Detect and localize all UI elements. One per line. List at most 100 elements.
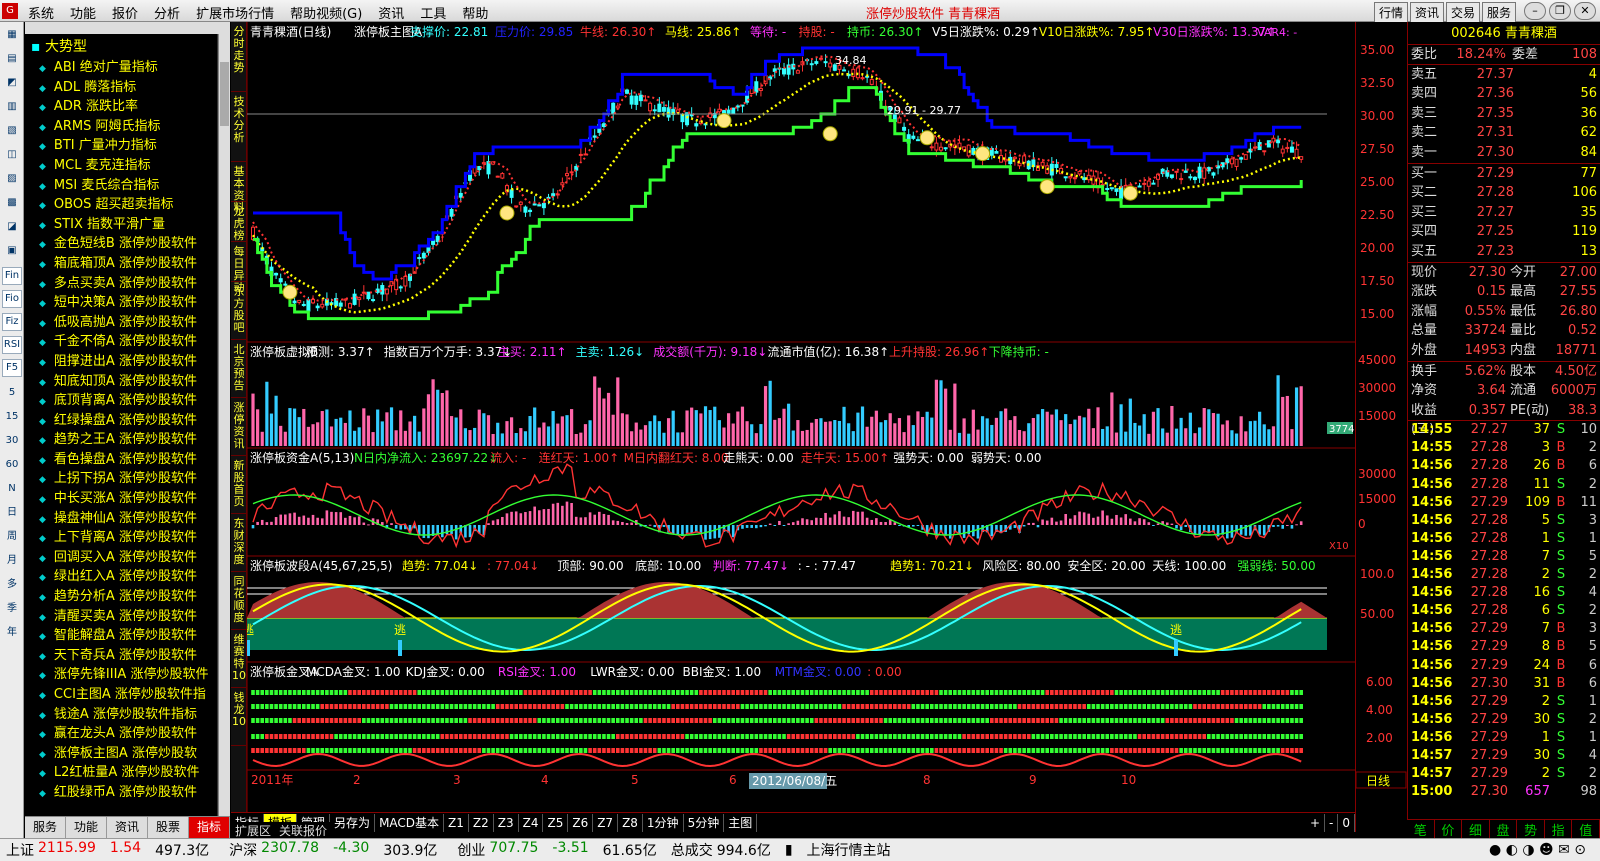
indicator-item[interactable]: ◆ 箱底箱顶A 涨停炒股软件 [25,254,217,274]
indicator-item[interactable]: ◆ 红绿操盘A 涨停炒股软件 [25,411,217,431]
indicator-item[interactable]: ◆ 红股绿币A 涨停炒股软件 [25,783,217,803]
bottom-tab-11[interactable]: Z7 [593,813,619,832]
quick-button-0[interactable]: 行情 [1373,2,1408,23]
sidebar-tab-4[interactable]: 指标 [189,817,230,838]
bottom-tab-13[interactable]: 1分钟 [643,813,684,832]
indicator-item[interactable]: ◆ 涨停先锋IIIA 涨停炒股软件 [25,665,217,685]
panel-indicator-name[interactable]: 涨停板资金A(5,13) [250,450,354,465]
index-label[interactable]: 上证 [6,840,34,860]
menu-item-8[interactable]: 帮助 [462,3,488,22]
app-logo-icon[interactable]: G [2,3,18,19]
toolbar-button-年[interactable]: 年 [2,622,22,644]
menu-item-3[interactable]: 分析 [154,3,180,22]
toolbar-icon-6[interactable]: ▨ [2,168,22,190]
toolbar-icon-1[interactable]: ▤ [2,48,22,70]
toolbar-icon-4[interactable]: ▧ [2,120,22,142]
vtab-0[interactable]: 分时走势 [231,22,247,92]
bottom-tab-15[interactable]: 主图 [724,813,758,832]
indicator-item[interactable]: ◆ ADR 涨跌比率 [25,97,217,117]
menu-item-1[interactable]: 功能 [70,3,96,22]
bottom-tab-4[interactable]: MACD基本 [375,813,445,832]
menu-item-7[interactable]: 工具 [420,3,446,22]
vtab-6[interactable]: 北京预告 [231,340,247,398]
menu-item-4[interactable]: 扩展市场行情 [196,3,274,22]
vtab-10[interactable]: 同花顺度 [231,572,247,630]
indicator-item[interactable]: ◆ 赢在龙头A 涨停炒股软件 [25,724,217,744]
indicator-item[interactable]: ◆ 上下背离A 涨停炒股软件 [25,528,217,548]
restore-icon[interactable]: ❐ [1549,2,1571,20]
bottom-tab-7[interactable]: Z3 [494,813,519,832]
indicator-item[interactable]: ◆ 趋势分析A 涨停炒股软件 [25,587,217,607]
quote-tab-2[interactable]: 细 [1462,820,1490,839]
indicator-item[interactable]: ◆ MSI 麦氏综合指标 [25,176,217,196]
index-label[interactable]: 创业 [457,840,485,860]
toolbar-icon-7[interactable]: ▩ [2,192,22,214]
toolbar-icon-2[interactable]: ◩ [2,72,22,94]
bottom-tab-5[interactable]: Z1 [444,813,469,832]
quote-tab-5[interactable]: 指 [1545,820,1573,839]
menu-item-2[interactable]: 报价 [112,3,138,22]
toolbar-button-Fio[interactable]: Fio [2,290,22,308]
toolbar-button-Fiz[interactable]: Fiz [2,313,22,331]
vtab-2[interactable]: 基本资料 [231,162,247,214]
vtab-4[interactable]: 每日异动 [231,242,247,294]
bottom-tab-9[interactable]: Z5 [543,813,569,832]
menu-item-5[interactable]: 帮助视频(G) [290,3,362,22]
indicator-item[interactable]: ◆ 钱途A 涨停炒股软件指标 [25,705,217,725]
sidebar-group-header[interactable]: ▪ 大势型 [25,34,217,58]
vtab-1[interactable]: 技术分析 [231,92,247,162]
vtab-9[interactable]: 东财深度 [231,514,247,572]
quick-button-2[interactable]: 交易 [1445,2,1480,23]
indicator-item[interactable]: ◆ 清醒买卖A 涨停炒股软件 [25,607,217,627]
indicator-item[interactable]: ◆ 涨停板主图A 涨停炒股软 [25,744,217,764]
bottom-tab-3[interactable]: 另存为 [330,813,376,832]
ext-tab-0[interactable]: 扩展区 [231,822,275,838]
toolbar-button-15[interactable]: 15 [2,406,22,428]
indicator-item[interactable]: ◆ 千金不倚A 涨停炒股软件 [25,332,217,352]
indicator-item[interactable]: ◆ 回调买入A 涨停炒股软件 [25,548,217,568]
sidebar-tab-2[interactable]: 资讯 [107,817,148,838]
menu-item-0[interactable]: 系统 [28,3,54,22]
indicator-item[interactable]: ◆ 低吸高抛A 涨停炒股软件 [25,313,217,333]
indicator-item[interactable]: ◆ CCI主图A 涨停炒股软件指 [25,685,217,705]
minimize-icon[interactable]: – [1524,2,1546,20]
bottom-tab-6[interactable]: Z2 [469,813,494,832]
toolbar-button-日[interactable]: 日 [2,502,22,524]
indicator-item[interactable]: ◆ ARMS 阿姆氏指标 [25,117,217,137]
vtab-5[interactable]: 东方股吧 [231,282,247,340]
indicator-item[interactable]: ◆ STIX 指数平滑广量 [25,215,217,235]
indicator-item[interactable]: ◆ 天下奇兵A 涨停炒股软件 [25,646,217,666]
index-label[interactable]: 沪深 [229,840,257,860]
toolbar-button-多[interactable]: 多 [2,574,22,596]
zoom-button-1[interactable]: - [1325,813,1339,832]
vtab-12[interactable]: 钱龙10 [231,688,247,746]
ext-tab-1[interactable]: 关联报价 [275,822,331,838]
indicator-item[interactable]: ◆ OBOS 超买超卖指标 [25,195,217,215]
zoom-button-2[interactable]: 0 [1338,813,1355,832]
toolbar-button-Fin[interactable]: Fin [2,267,22,285]
indicator-item[interactable]: ◆ 智能解盘A 涨停炒股软件 [25,626,217,646]
toolbar-icon-0[interactable]: ▦ [2,24,22,46]
indicator-item[interactable]: ◆ MCL 麦克连指标 [25,156,217,176]
quick-button-3[interactable]: 服务 [1481,2,1516,23]
sidebar-tab-1[interactable]: 功能 [66,817,107,838]
close-icon[interactable]: ✕ [1574,2,1596,20]
toolbar-button-季[interactable]: 季 [2,598,22,620]
indicator-item[interactable]: ◆ ADL 腾落指标 [25,78,217,98]
toolbar-icon-5[interactable]: ◫ [2,144,22,166]
indicator-item[interactable]: ◆ 短中决策A 涨停炒股软件 [25,293,217,313]
quote-tab-4[interactable]: 势 [1517,820,1545,839]
indicator-item[interactable]: ◆ L2红桩量A 涨停炒股软件 [25,763,217,783]
toolbar-button-5[interactable]: 5 [2,382,22,404]
indicator-item[interactable]: ◆ 上拐下拐A 涨停炒股软件 [25,469,217,489]
vtab-7[interactable]: 涨停资讯 [231,398,247,456]
sidebar-tab-0[interactable]: 服务 [25,817,66,838]
indicator-item[interactable]: ◆ ABI 绝对广量指标 [25,58,217,78]
toolbar-button-月[interactable]: 月 [2,550,22,572]
toolbar-button-F5[interactable]: F5 [2,359,22,377]
toolbar-icon-3[interactable]: ▥ [2,96,22,118]
quick-button-1[interactable]: 资讯 [1409,2,1444,23]
indicator-item[interactable]: ◆ 多点买卖A 涨停炒股软件 [25,274,217,294]
quote-tab-3[interactable]: 盘 [1490,820,1518,839]
indicator-item[interactable]: ◆ 趋势之王A 涨停炒股软件 [25,430,217,450]
